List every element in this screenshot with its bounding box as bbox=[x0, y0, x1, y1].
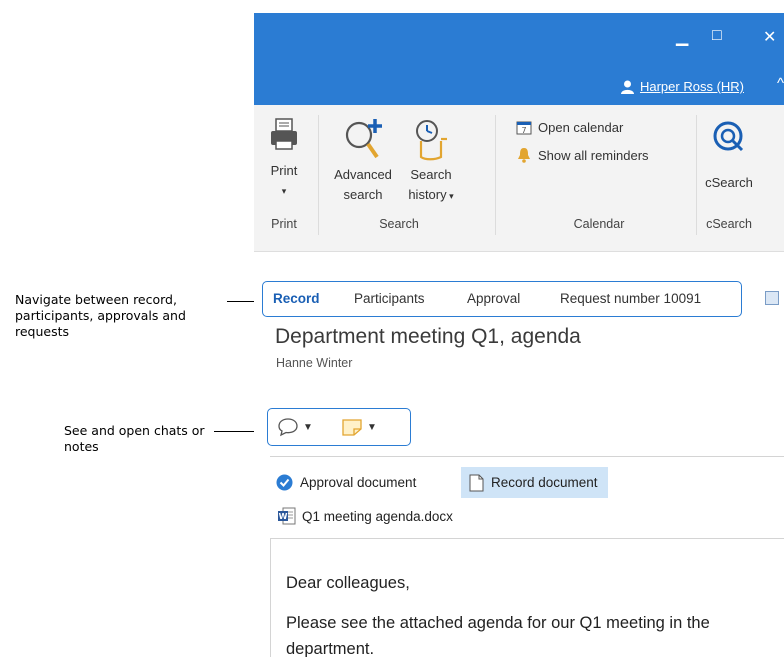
document-icon bbox=[469, 474, 484, 491]
show-reminders-label: Show all reminders bbox=[538, 147, 649, 163]
print-label: Print bbox=[270, 163, 298, 178]
record-tabs: Record Participants Approval Request num… bbox=[262, 281, 742, 317]
note-dropdown-icon: ▼ bbox=[367, 421, 377, 433]
record-owner: Hanne Winter bbox=[276, 356, 353, 370]
note-icon bbox=[342, 419, 362, 436]
advanced-search-label: Advanced search bbox=[334, 167, 392, 202]
approval-document-label: Approval document bbox=[300, 475, 417, 490]
user-name: Harper Ross (HR) bbox=[639, 79, 744, 94]
tab-approval[interactable]: Approval bbox=[467, 291, 520, 306]
chat-bubble-icon bbox=[278, 418, 298, 437]
attached-file-name: Q1 meeting agenda.docx bbox=[302, 508, 453, 524]
note-button[interactable]: ▼ bbox=[341, 417, 377, 437]
print-dropdown-icon: ▾ bbox=[281, 186, 287, 196]
bell-icon bbox=[518, 148, 530, 163]
close-button[interactable]: ✕ bbox=[763, 27, 776, 47]
app-window: ▁ □ ✕ Harper Ross (HR) ^ Print ▾ Print A… bbox=[254, 13, 784, 657]
tab-request[interactable]: Request number 10091 bbox=[560, 291, 701, 306]
svg-text:7: 7 bbox=[521, 126, 526, 135]
search-history-label: Search history ▾ bbox=[408, 167, 454, 202]
open-calendar-button[interactable]: 7 Open calendar bbox=[516, 119, 623, 135]
tab-record[interactable]: Record bbox=[273, 291, 320, 306]
show-reminders-button[interactable]: Show all reminders bbox=[516, 147, 649, 163]
ribbon: Print ▾ Print Advanced search Search his… bbox=[254, 105, 784, 252]
minimize-button[interactable]: ▁ bbox=[676, 27, 688, 47]
chat-button[interactable]: ▼ bbox=[277, 417, 313, 437]
callout-chats: See and open chats or notes bbox=[64, 423, 205, 454]
group-label-print: Print bbox=[271, 217, 297, 231]
ribbon-separator bbox=[696, 115, 697, 235]
title-bar: ▁ □ ✕ Harper Ross (HR) ^ bbox=[254, 13, 784, 105]
record-document-label: Record document bbox=[491, 475, 598, 490]
expand-icon[interactable] bbox=[765, 291, 779, 305]
divider bbox=[270, 538, 784, 539]
chat-dropdown-icon: ▼ bbox=[303, 421, 313, 433]
document-body: Dear colleagues, Please see the attached… bbox=[286, 570, 776, 657]
svg-text:W: W bbox=[279, 512, 288, 521]
calendar-icon: 7 bbox=[516, 121, 532, 135]
body-greeting: Dear colleagues, bbox=[286, 574, 410, 592]
search-history-dropdown-icon: ▾ bbox=[446, 191, 454, 201]
group-label-calendar: Calendar bbox=[573, 217, 625, 231]
csearch-button[interactable]: cSearch bbox=[704, 119, 754, 193]
ribbon-separator bbox=[318, 115, 319, 235]
user-icon bbox=[620, 80, 634, 94]
advanced-search-button[interactable]: Advanced search bbox=[330, 117, 396, 205]
document-left-border bbox=[270, 538, 271, 657]
advanced-search-icon bbox=[345, 119, 382, 159]
body-paragraph: Please see the attached agenda for our Q… bbox=[286, 614, 710, 657]
group-label-search: Search bbox=[379, 217, 419, 231]
collapse-ribbon-icon[interactable]: ^ bbox=[777, 75, 784, 92]
tab-participants[interactable]: Participants bbox=[354, 291, 425, 306]
csearch-icon bbox=[713, 121, 744, 152]
check-circle-icon bbox=[276, 474, 293, 491]
record-document-tab[interactable]: Record document bbox=[461, 467, 608, 498]
user-link[interactable]: Harper Ross (HR) bbox=[620, 79, 744, 94]
print-button[interactable]: Print ▾ bbox=[266, 117, 302, 201]
search-history-button[interactable]: Search history ▾ bbox=[396, 117, 466, 206]
attached-file-link[interactable]: W Q1 meeting agenda.docx bbox=[278, 507, 453, 525]
ribbon-separator bbox=[495, 115, 496, 235]
printer-icon bbox=[271, 118, 297, 150]
open-calendar-label: Open calendar bbox=[538, 119, 624, 135]
group-label-csearch: cSearch bbox=[706, 217, 752, 231]
word-document-icon: W bbox=[278, 507, 296, 525]
chats-notes-box: ▼ ▼ bbox=[267, 408, 411, 446]
record-title: Department meeting Q1, agenda bbox=[275, 325, 581, 348]
maximize-button[interactable]: □ bbox=[712, 27, 722, 45]
callout-navigate: Navigate between record, participants, a… bbox=[15, 292, 186, 339]
csearch-label: cSearch bbox=[705, 175, 753, 190]
approval-document-tab[interactable]: Approval document bbox=[276, 467, 416, 498]
search-history-icon bbox=[416, 120, 447, 161]
divider bbox=[270, 456, 784, 457]
